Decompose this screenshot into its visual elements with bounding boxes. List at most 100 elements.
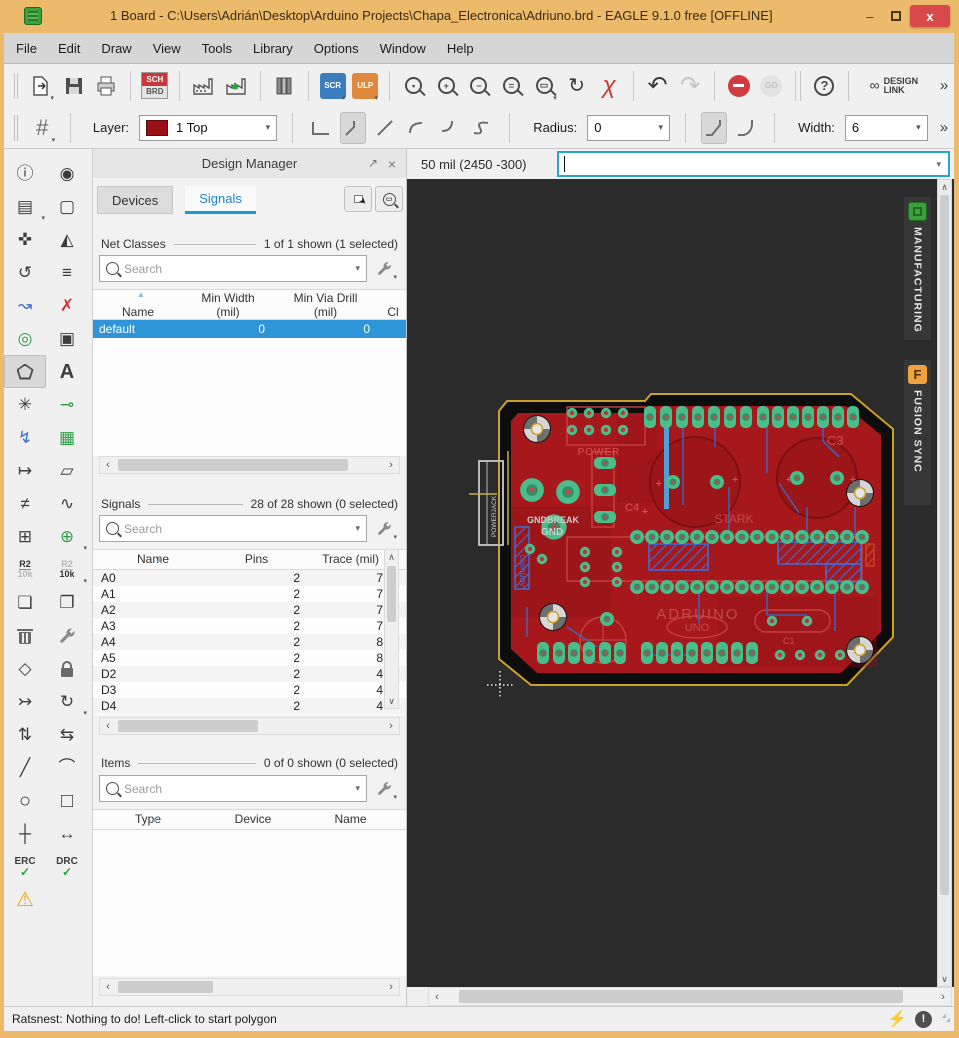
new-open-button[interactable]: ▾ bbox=[27, 69, 55, 103]
zoom-select-button[interactable]: ▭ ▾ bbox=[530, 69, 558, 103]
highlight-selection-button[interactable]: ➤ bbox=[344, 186, 372, 212]
title-bar[interactable]: 1 Board - C:\Users\Adrián\Desktop\Arduin… bbox=[0, 0, 959, 33]
grid-button[interactable]: # ▾ bbox=[28, 111, 56, 145]
zoom-exact-button[interactable]: = bbox=[498, 69, 526, 103]
signal-row[interactable]: A1 2 7 bbox=[93, 586, 406, 602]
signals-settings-button[interactable]: ▾ bbox=[370, 515, 398, 542]
schematic-board-switch-button[interactable]: SCH BRD bbox=[141, 69, 169, 103]
add-gate-tool[interactable]: ↣ bbox=[4, 685, 46, 718]
miter-straight-button[interactable] bbox=[700, 111, 728, 144]
redraw-button[interactable]: ↻ bbox=[563, 69, 591, 103]
col-name[interactable]: ▲ Name bbox=[93, 290, 183, 319]
zoom-to-selection-button[interactable]: ▭ bbox=[375, 186, 403, 212]
redo-button[interactable]: ↷ bbox=[676, 69, 704, 103]
zoom-in-button[interactable]: + bbox=[432, 69, 460, 103]
route-tool[interactable]: ↝ bbox=[4, 289, 46, 322]
go-button[interactable]: GO bbox=[757, 69, 785, 103]
stop-button[interactable] bbox=[725, 69, 753, 103]
menu-item[interactable]: Draw bbox=[101, 41, 131, 56]
net-class-row-selected[interactable]: default 0 0 bbox=[93, 320, 406, 338]
menu-item[interactable]: File bbox=[16, 41, 37, 56]
signal-row[interactable]: D3 2 4 bbox=[93, 682, 406, 698]
change-tool[interactable] bbox=[46, 619, 88, 652]
net-classes-search-input[interactable] bbox=[124, 261, 351, 276]
signal-row[interactable]: A4 2 8 bbox=[93, 634, 406, 650]
mirror-tool[interactable]: ◭ bbox=[46, 223, 88, 256]
bend-style-3-button[interactable] bbox=[404, 112, 430, 144]
add-device-tool[interactable]: ⊕ ▾ bbox=[46, 520, 88, 553]
ratsnest-tool[interactable]: ✳ bbox=[4, 388, 46, 421]
signal-row[interactable]: A5 2 8 bbox=[93, 650, 406, 666]
menu-item[interactable]: View bbox=[153, 41, 181, 56]
show-tool[interactable]: ◉ bbox=[46, 157, 88, 190]
menu-item[interactable]: Library bbox=[253, 41, 293, 56]
autoroute-tool[interactable]: ↯ bbox=[4, 421, 46, 454]
signal-row[interactable]: A2 2 7 bbox=[93, 602, 406, 618]
design-link-button[interactable]: ∞ DESIGN LINK bbox=[859, 69, 929, 103]
signals-hscrollbar[interactable]: ‹ › bbox=[99, 717, 400, 735]
items-search[interactable]: ▾ bbox=[99, 775, 367, 802]
pad-tool[interactable]: ▣ bbox=[46, 322, 88, 355]
toolbar2-drag-handle[interactable] bbox=[14, 114, 19, 141]
net-classes-hscrollbar[interactable]: ‹ › bbox=[99, 456, 400, 474]
toolbar-drag-handle[interactable] bbox=[14, 72, 19, 99]
polygon-cutout-tool[interactable]: ▱ bbox=[46, 454, 88, 487]
erc-tool[interactable]: ERC ✓ bbox=[4, 850, 46, 883]
bend-style-1-button[interactable] bbox=[339, 111, 367, 144]
name-tool[interactable]: R2 10k bbox=[4, 553, 46, 586]
undock-icon[interactable]: ↗ bbox=[368, 156, 378, 170]
autorouter-status-icon[interactable]: ⚡ bbox=[887, 1009, 907, 1029]
command-input[interactable]: ▾ bbox=[557, 151, 950, 177]
board-canvas[interactable]: + + + + + POWER GNDBREAK GND STARK C3 C4 ADR… bbox=[407, 179, 954, 987]
footprint-tool[interactable]: ▦ bbox=[46, 421, 88, 454]
canvas-hscrollbar[interactable]: ‹ › bbox=[428, 987, 952, 1006]
tag-tool[interactable]: ◇ bbox=[4, 652, 46, 685]
run-script-button[interactable]: SCR ▾ bbox=[319, 69, 347, 103]
library-button[interactable] bbox=[270, 69, 298, 103]
circle-tool[interactable]: ○ bbox=[4, 784, 46, 817]
paste-tool[interactable]: ❐ bbox=[46, 586, 88, 619]
alert-icon[interactable]: ! bbox=[915, 1010, 932, 1028]
col-name[interactable]: Name bbox=[303, 810, 398, 829]
miter-round-button[interactable] bbox=[733, 112, 759, 144]
radius-select[interactable]: 0 ▾ bbox=[587, 114, 671, 141]
move-tool[interactable]: ✜ bbox=[4, 223, 46, 256]
bend-style-0-button[interactable] bbox=[308, 112, 334, 144]
cam-import-button[interactable] bbox=[222, 69, 250, 103]
col-min-via[interactable]: Min Via Drill (mil) bbox=[273, 291, 378, 319]
signals-search[interactable]: ▾ bbox=[99, 515, 367, 542]
close-button[interactable]: x bbox=[910, 5, 950, 27]
zoom-out-button[interactable]: − bbox=[465, 69, 493, 103]
net-classes-search[interactable]: ▾ bbox=[99, 255, 367, 282]
dimension-tool[interactable]: ↔ bbox=[46, 817, 88, 850]
mark-tool[interactable]: ┼ bbox=[4, 817, 46, 850]
copy-tool[interactable]: ❏ bbox=[4, 586, 46, 619]
group-tool[interactable]: ▢ bbox=[46, 190, 88, 223]
menu-item[interactable]: Options bbox=[314, 41, 359, 56]
tab-signals[interactable]: Signals bbox=[185, 186, 256, 214]
menu-item[interactable]: Window bbox=[380, 41, 426, 56]
print-button[interactable] bbox=[93, 69, 121, 103]
polygon-tool[interactable] bbox=[4, 355, 46, 388]
arc-tool[interactable]: ⌒ bbox=[46, 751, 88, 784]
via-tool[interactable]: ◎ bbox=[4, 322, 46, 355]
undo-button[interactable]: ↶ bbox=[644, 69, 672, 103]
split-tool[interactable]: ≠ bbox=[4, 487, 46, 520]
items-hscrollbar[interactable]: ‹ › bbox=[99, 978, 400, 996]
save-button[interactable] bbox=[60, 69, 88, 103]
col-cl[interactable]: Cl bbox=[378, 291, 408, 319]
signal-row[interactable]: A0 2 7 bbox=[93, 570, 406, 586]
resize-grip[interactable] bbox=[942, 1014, 952, 1024]
zoom-fit-button[interactable]: ▪ bbox=[400, 69, 428, 103]
pinswap-tool[interactable]: ⇅ bbox=[4, 718, 46, 751]
mitre-button[interactable]: χ bbox=[595, 69, 623, 103]
net-classes-settings-button[interactable]: ▾ bbox=[370, 255, 398, 282]
line-tool[interactable]: ╱ bbox=[4, 751, 46, 784]
delete-tool[interactable] bbox=[4, 619, 46, 652]
close-panel-icon[interactable]: × bbox=[388, 156, 396, 172]
col-trace[interactable]: Trace (mil) bbox=[300, 550, 383, 569]
optimize-tool[interactable]: ⇆ bbox=[46, 718, 88, 751]
signals-vscrollbar[interactable]: ∧ ∨ bbox=[384, 549, 399, 709]
signals-search-input[interactable] bbox=[124, 521, 351, 536]
items-search-input[interactable] bbox=[124, 781, 351, 796]
